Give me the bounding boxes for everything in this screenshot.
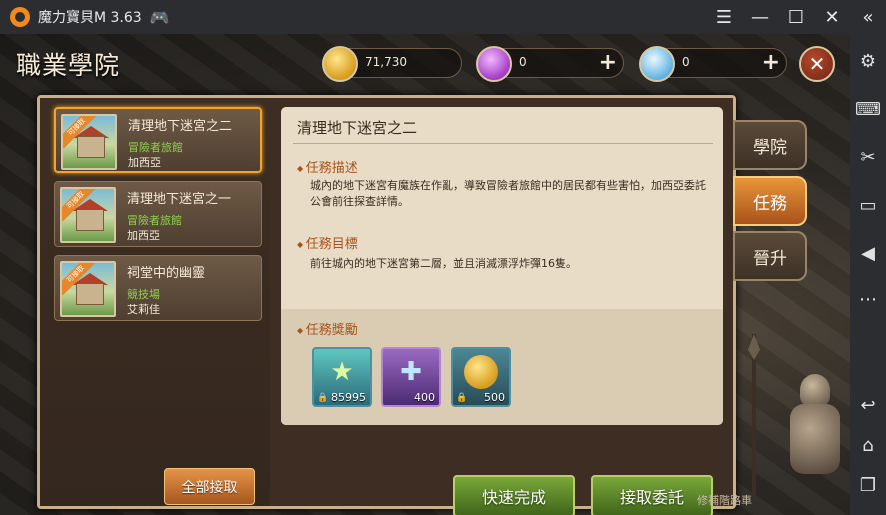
detail-title: 清理地下迷宮之二 <box>297 119 418 137</box>
accept-all-button[interactable]: 全部接取 <box>164 468 255 505</box>
lock-icon: 🔒 <box>456 393 468 403</box>
quick-complete-button[interactable]: 快速完成 <box>453 475 575 515</box>
quest-thumb: 可接取 <box>60 187 116 243</box>
game-screen: 職業學院 71,730 0 + 0 + ✕ 可接取 清理地下迷宮之二 冒險者旅館… <box>0 34 850 515</box>
reward-item[interactable]: ✚ 400 <box>381 347 441 407</box>
tab-promotion[interactable]: 晉升 <box>733 231 807 281</box>
quest-name: 清理地下迷宮之二 <box>128 119 233 134</box>
quest-item-2[interactable]: 可接取 清理地下迷宮之一 冒險者旅館 加西亞 <box>54 181 262 247</box>
quest-item-3[interactable]: 可接取 祠堂中的幽靈 競技場 艾莉佳 <box>54 255 262 321</box>
background-sign-text: 修補階路車 <box>697 494 752 507</box>
scissors-icon[interactable]: ✂ <box>850 142 886 172</box>
maximize-icon[interactable]: ☐ <box>778 0 814 34</box>
reward-exp[interactable]: ★ 🔒 85995 <box>312 347 372 407</box>
quest-thumb: 可接取 <box>61 114 117 170</box>
item-cross-icon: ✚ <box>400 357 422 387</box>
quest-name: 清理地下迷宮之一 <box>127 192 232 207</box>
window-title: 魔力寶貝M 3.63 <box>38 10 142 26</box>
close-icon[interactable]: ✕ <box>814 0 850 34</box>
tab-academy[interactable]: 學院 <box>733 120 807 170</box>
gem-currency: 0 + <box>476 46 624 82</box>
hamburger-icon[interactable]: ☰ <box>706 0 742 34</box>
reward-coin[interactable]: 🔒 500 <box>451 347 511 407</box>
video-icon[interactable]: ▭ <box>850 190 886 220</box>
accept-quest-button[interactable]: 接取委託 <box>591 475 713 515</box>
academy-panel: 可接取 清理地下迷宮之二 冒險者旅館 加西亞 可接取 清理地下迷宮之一 冒險者旅… <box>37 95 736 515</box>
diamond-value: 0 <box>682 55 690 69</box>
home-icon[interactable]: ⌂ <box>850 430 886 460</box>
exp-star-icon: ★ <box>330 357 354 387</box>
recent-apps-icon[interactable]: ❐ <box>850 470 886 500</box>
page-title: 職業學院 <box>16 51 121 80</box>
gold-coin-icon <box>461 353 501 391</box>
add-diamond-button[interactable]: + <box>762 51 780 75</box>
quest-location: 冒險者旅館 <box>127 214 182 227</box>
quest-list: 可接取 清理地下迷宮之二 冒險者旅館 加西亞 可接取 清理地下迷宮之一 冒險者旅… <box>40 98 270 506</box>
volume-icon[interactable]: ◀ <box>850 238 886 268</box>
goal-text: 前往城內的地下迷宮第二層，並且消滅漂浮炸彈16隻。 <box>310 257 577 270</box>
reward-heading: 任務獎勵 <box>297 319 358 338</box>
quest-detail-area: 清理地下迷宮之二 任務描述 城內的地下迷宮有魔族在作亂，導致冒險者旅館中的居民都… <box>270 98 733 515</box>
quest-name: 祠堂中的幽靈 <box>127 266 206 281</box>
reward-count: 85995 <box>331 391 366 404</box>
quest-npc: 加西亞 <box>127 229 160 242</box>
close-x-icon: ✕ <box>808 52 826 76</box>
quest-item-1[interactable]: 可接取 清理地下迷宮之二 冒險者旅館 加西亞 <box>54 107 262 173</box>
add-gem-button[interactable]: + <box>599 51 617 75</box>
app-logo <box>10 7 30 27</box>
gear-icon[interactable]: ⚙ <box>850 46 886 76</box>
reward-count: 400 <box>414 391 435 404</box>
quest-detail: 清理地下迷宮之二 任務描述 城內的地下迷宮有魔族在作亂，導致冒險者旅館中的居民都… <box>281 107 723 425</box>
more-icon[interactable]: ⋯ <box>850 284 886 314</box>
reward-count: 500 <box>484 391 505 404</box>
minimize-icon[interactable]: — <box>742 0 778 34</box>
divider <box>293 143 713 144</box>
tab-quest[interactable]: 任務 <box>733 176 807 226</box>
quest-thumb: 可接取 <box>60 261 116 317</box>
diamond-currency: 0 + <box>639 46 787 82</box>
quest-npc: 艾莉佳 <box>127 303 160 316</box>
description-heading: 任務描述 <box>297 157 358 176</box>
back-icon[interactable]: ↩ <box>850 390 886 420</box>
purple-gem-icon <box>476 46 512 82</box>
collapse-icon[interactable]: « <box>850 0 886 34</box>
gold-coin-icon <box>322 46 358 82</box>
goal-heading: 任務目標 <box>297 233 358 252</box>
gamepad-icon[interactable]: 🎮 <box>150 8 170 27</box>
gold-value: 71,730 <box>365 55 407 69</box>
gold-currency: 71,730 <box>322 46 462 82</box>
quest-npc: 加西亞 <box>128 156 161 169</box>
description-text: 城內的地下迷宮有魔族在作亂，導致冒險者旅館中的居民都有些害怕，加西亞委託公會前往… <box>310 179 706 208</box>
quest-location: 冒險者旅館 <box>128 141 183 154</box>
close-button[interactable]: ✕ <box>799 46 835 82</box>
emulator-sidebar: ⚙ ⌨ ✂ ▭ ◀ ⋯ ↩ ⌂ ❐ <box>850 34 886 515</box>
diamond-icon <box>639 46 675 82</box>
emulator-title-bar: 魔力寶貝M 3.63 🎮 ☰ — ☐ ✕ « <box>0 0 886 34</box>
quest-location: 競技場 <box>127 288 160 301</box>
gem-value: 0 <box>519 55 527 69</box>
lock-icon: 🔒 <box>317 393 329 403</box>
keyboard-icon[interactable]: ⌨ <box>850 94 886 124</box>
knight-statue <box>748 334 850 504</box>
